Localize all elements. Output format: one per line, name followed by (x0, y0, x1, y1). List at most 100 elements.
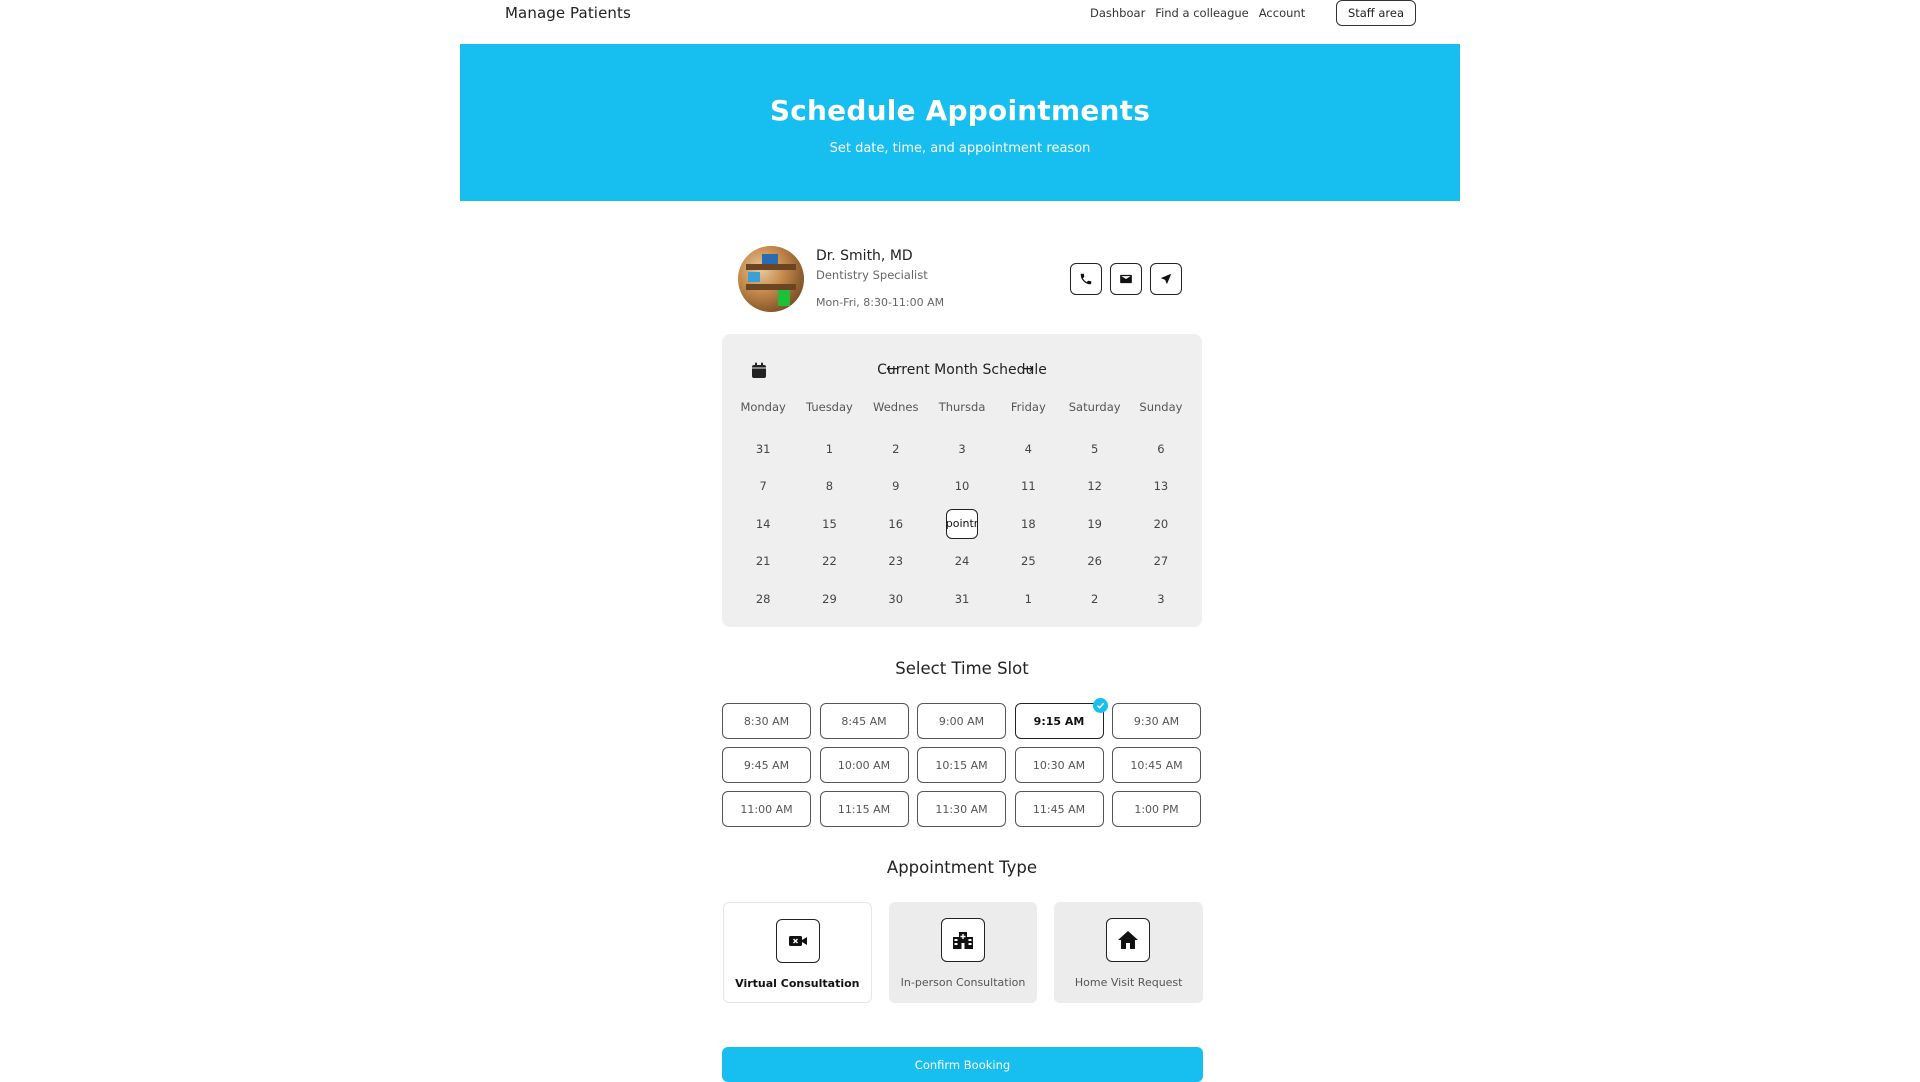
calendar-day-label: 11 (1021, 479, 1036, 494)
call-button[interactable] (1070, 263, 1102, 295)
calendar-day[interactable]: 4 (995, 430, 1061, 468)
appointment-type-label: Virtual Consultation (735, 977, 860, 990)
calendar-day[interactable]: 6 (1128, 430, 1194, 468)
weekday-header: Sunday (1139, 400, 1183, 414)
appointment-type-title: Appointment Type (886, 858, 1038, 877)
phone-icon (1080, 273, 1092, 285)
calendar-day-label: 31 (954, 591, 970, 606)
time-slot-button[interactable]: 10:15 AM (917, 747, 1006, 783)
calendar-day-label: 25 (1021, 554, 1036, 569)
doctor-hours: Mon-Fri, 8:30-11:00 AM (816, 296, 945, 309)
doctor-avatar (738, 246, 804, 312)
calendar-day[interactable]: 23 (863, 543, 929, 581)
calendar-day[interactable]: 2 (1061, 580, 1127, 618)
weekday-header: Wednes (873, 400, 919, 414)
appointment-type-card[interactable]: In-person Consultation (888, 902, 1038, 1003)
calendar-day[interactable]: 29 (796, 580, 862, 618)
calendar-day[interactable]: 15 (796, 505, 862, 543)
page-subtitle: Set date, time, and appointment reason (829, 141, 1091, 156)
time-slot-label: 10:45 AM (1130, 758, 1183, 772)
time-slot-button[interactable]: 8:45 AM (819, 703, 909, 739)
time-slot-button[interactable]: 1:00 PM (1112, 791, 1201, 827)
calendar-day[interactable]: 5 (1061, 430, 1127, 468)
time-slot-button[interactable]: 8:30 AM (722, 703, 811, 739)
calendar-day[interactable]: 8 (796, 468, 862, 506)
calendar-day-label: 21 (755, 554, 771, 569)
calendar-day[interactable]: 28 (730, 580, 796, 618)
calendar-day[interactable]: 1 (995, 580, 1061, 618)
time-slot-button[interactable]: 9:30 AM (1112, 703, 1201, 739)
calendar-day[interactable]: 27 (1128, 543, 1194, 581)
email-button[interactable] (1110, 263, 1142, 295)
calendar-day-selected[interactable]: pointr (929, 505, 995, 543)
calendar-day[interactable]: 14 (730, 505, 796, 543)
calendar-day[interactable]: 10 (929, 468, 995, 506)
nav-link-account[interactable]: Account (1259, 6, 1305, 20)
calendar-day-label: pointr (946, 508, 979, 539)
time-slot-button[interactable]: 10:00 AM (819, 747, 909, 783)
calendar-day[interactable]: 18 (995, 505, 1061, 543)
time-slot-button[interactable]: 10:30 AM (1014, 747, 1104, 783)
prev-month-arrow-icon[interactable]: ← (886, 361, 898, 377)
calendar-day[interactable]: 3 (929, 430, 995, 468)
appointment-type-options: Virtual Consultation In-person Consultati… (723, 902, 1204, 1003)
navigation-icon (1160, 273, 1172, 285)
appointment-type-card[interactable]: Home Visit Request (1054, 902, 1204, 1003)
time-slot-label: 8:30 AM (743, 714, 790, 728)
calendar-day[interactable]: 13 (1128, 468, 1194, 506)
calendar-day-label: 22 (822, 554, 837, 569)
calendar-title: Current Month Schedule (877, 362, 1047, 378)
calendar-day[interactable]: 7 (730, 468, 796, 506)
directions-button[interactable] (1150, 263, 1182, 295)
next-month-arrow-icon[interactable]: → (1022, 361, 1034, 377)
time-slot-button[interactable]: 10:45 AM (1112, 747, 1201, 783)
time-slot-button[interactable]: 9:45 AM (722, 747, 811, 783)
time-slot-button[interactable]: 9:00 AM (917, 703, 1006, 739)
calendar-day-label: 14 (755, 516, 771, 531)
calendar-day[interactable]: 25 (995, 543, 1061, 581)
time-slot-button-selected[interactable]: 9:15 AM (1014, 698, 1108, 739)
weekday-header: Friday (1010, 400, 1046, 414)
mail-icon (1120, 274, 1132, 284)
time-slot-button[interactable]: 11:00 AM (722, 791, 811, 827)
calendar-day-label: 16 (888, 516, 904, 531)
calendar-day[interactable]: 21 (730, 543, 796, 581)
video-icon (776, 919, 820, 963)
calendar-day[interactable]: 19 (1061, 505, 1127, 543)
calendar-day[interactable]: 24 (929, 543, 995, 581)
calendar-day[interactable]: 2 (863, 430, 929, 468)
time-slot-label: 10:30 AM (1032, 758, 1086, 772)
staff-area-button[interactable]: Staff area (1336, 0, 1416, 26)
calendar-day-label: 2 (1090, 591, 1099, 606)
calendar-day[interactable]: 9 (863, 468, 929, 506)
calendar-day[interactable]: 3 (1128, 580, 1194, 618)
confirm-booking-button[interactable]: Confirm Booking (722, 1047, 1203, 1082)
calendar-day-label: 6 (1157, 441, 1165, 456)
calendar-grid: Monday Tuesday Wednes Thursda Friday Saturday… (730, 400, 1194, 618)
nav-link-find-colleague[interactable]: Find a colleague (1155, 6, 1248, 20)
calendar-day-label: 23 (888, 554, 904, 569)
doctor-card: Dr. Smith, MD Dentistry Specialist Mon-F… (738, 246, 1188, 316)
calendar-day[interactable]: 31 (730, 430, 796, 468)
calendar-day[interactable]: 20 (1128, 505, 1194, 543)
calendar-day[interactable]: 22 (796, 543, 862, 581)
calendar-day-label: 31 (755, 441, 771, 456)
calendar-day-label: 2 (892, 441, 900, 456)
calendar-day-label: 18 (1021, 516, 1036, 531)
appointment-type-card[interactable]: Virtual Consultation (723, 902, 872, 1003)
nav-link-dashboard[interactable]: Dashboar (1090, 6, 1145, 20)
calendar-day-label: 19 (1087, 516, 1102, 531)
calendar-day[interactable]: 16 (863, 505, 929, 543)
brand-title[interactable]: Manage Patients (505, 4, 631, 22)
calendar-day[interactable]: 12 (1061, 468, 1127, 506)
calendar-day[interactable]: 26 (1061, 543, 1127, 581)
calendar-day[interactable]: 1 (796, 430, 862, 468)
time-slot-grid: 8:30 AM 8:45 AM 9:00 AM 9:15 AM 9:30 AM 9:45 … (722, 698, 1202, 827)
time-slot-button[interactable]: 11:30 AM (917, 791, 1006, 827)
time-slot-button[interactable]: 11:45 AM (1014, 791, 1104, 827)
calendar-day[interactable]: 31 (929, 580, 995, 618)
calendar-day[interactable]: 11 (995, 468, 1061, 506)
time-slot-button[interactable]: 11:15 AM (819, 791, 909, 827)
calendar-day-label: 28 (755, 591, 771, 606)
calendar-day[interactable]: 30 (863, 580, 929, 618)
